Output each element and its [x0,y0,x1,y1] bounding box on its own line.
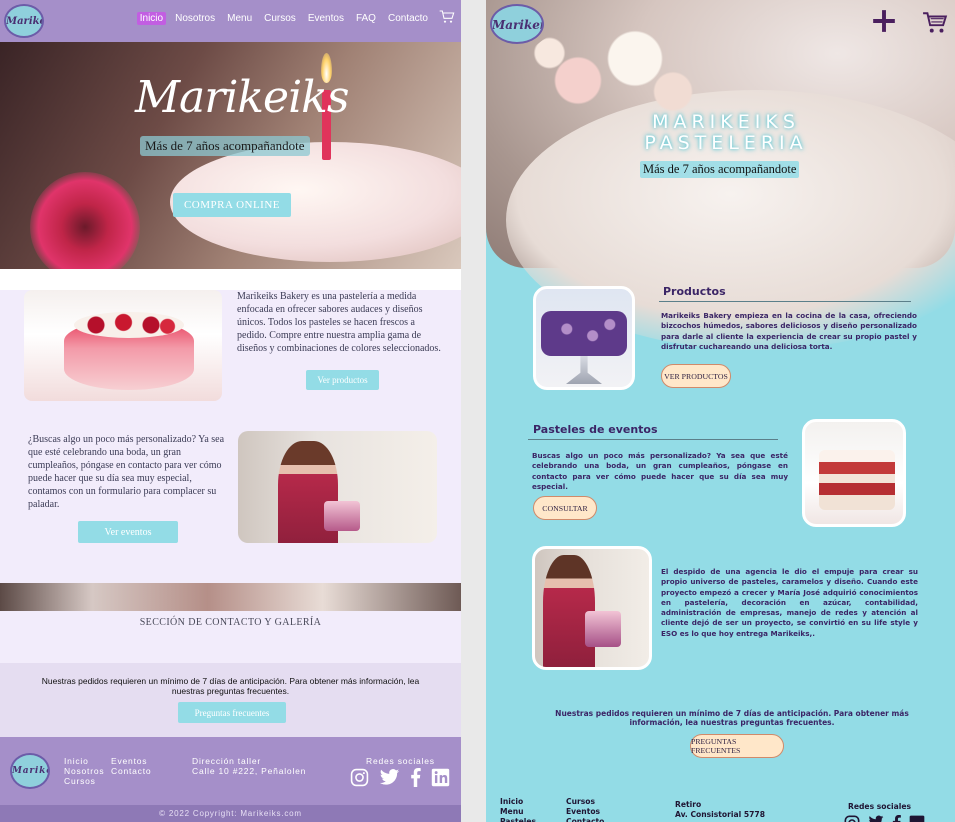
footer-links-col1: Inicio Menu Pasteles [500,797,536,822]
retiro-title: Retiro [675,800,702,809]
footer-link[interactable]: Menu [500,807,536,817]
footer-link[interactable]: Inicio [64,756,104,766]
nav-link-contacto[interactable]: Contacto [385,12,431,25]
instagram-icon[interactable] [350,768,369,787]
faq-button[interactable]: Preguntas frecuentes [178,702,286,723]
contact-section-title: SECCIÓN DE CONTACTO Y GALERÍA [0,611,461,663]
twitter-icon[interactable] [868,815,884,822]
copyright: © 2022 Copyright: Marikeiks.com [0,805,461,822]
mobile-preview: Marikeiks MARIKEIKS PASTELERIA Más de 7 … [486,0,955,822]
footer: Marikeiks InicioNosotrosCursos EventosCo… [0,737,461,805]
nav-link-nosotros[interactable]: Nosotros [172,12,218,25]
ver-productos-button[interactable]: VER PRODUCTOS [661,364,731,388]
about-text: Marikeiks Bakery es una pastelería a med… [237,291,441,354]
logo-text: Marikeiks [492,17,544,32]
gallery-banner-image [0,583,461,611]
footer-link[interactable]: Inicio [500,797,536,807]
twitter-icon[interactable] [379,768,400,787]
social-links [350,768,450,787]
footer-retiro: Retiro Av. Consistorial 5778 [675,800,765,820]
facebook-icon[interactable] [410,768,421,787]
facebook-icon[interactable] [892,815,901,822]
footer-link[interactable]: Contacto [566,817,604,822]
hero-title-line1: MARIKEIKS [652,111,800,133]
consultar-button[interactable]: CONSULTAR [533,496,597,520]
nav-link-inicio[interactable]: Inicio [136,12,167,25]
nav-link-eventos[interactable]: Eventos [305,12,347,25]
plus-icon[interactable] [871,8,897,34]
footer-link[interactable]: Pasteles [500,817,536,822]
eventos-title: Pasteles de eventos [533,423,658,436]
logo[interactable]: Marikeiks [490,4,544,44]
compra-online-button[interactable]: COMPRA ONLINE [173,193,291,217]
productos-rule [659,301,911,302]
footer-links-col2: Cursos Eventos Contacto [566,797,604,822]
events-text: ¿Buscas algo un poco más personalizado? … [28,434,225,510]
cart-icon[interactable] [922,10,948,36]
baker-image [532,546,652,670]
footer-link[interactable]: Cursos [566,797,604,807]
desktop-preview: Marikeiks InicioNosotrosMenuCursosEvento… [0,0,461,822]
nav-link-cursos[interactable]: Cursos [261,12,299,25]
footer-link[interactable]: Eventos [566,807,604,817]
footer-address: Dirección taller Calle 10 #222, Peñalole… [192,756,306,776]
social-links [844,815,925,822]
hero-tagline: Más de 7 años acompañandote [140,136,310,156]
notice-text: Nuestras pedidos requieren un mínimo de … [41,676,420,696]
social-title: Redes sociales [366,756,435,766]
story-text: El despido de una agencia le dio el empu… [661,567,918,638]
panel-divider [461,0,486,822]
social-title: Redes sociales [848,802,911,811]
footer-logo-text: Marikeiks [12,765,48,776]
red-velvet-cake-image [802,419,906,527]
productos-title: Productos [663,285,726,298]
main-menu: Inicio Nosotros Menu Cursos Eventos FAQ Contac… [136,12,431,25]
logo[interactable]: Marikeiks [4,4,44,38]
footer-logo[interactable]: Marikeiks [10,753,50,789]
address-text: Calle 10 #222, Peñalolen [192,766,307,776]
nav-link-menu[interactable]: Menu [224,12,255,25]
ver-productos-button[interactable]: Ver productos [306,370,379,390]
eventos-text: Buscas algo un poco más personalizado? Y… [532,451,788,491]
hero-title: MARIKEIKS PASTELERIA [616,112,836,154]
section-divider [0,269,461,290]
hero-tagline: Más de 7 años acompañandote [640,161,800,178]
instagram-icon[interactable] [844,815,860,822]
eventos-rule [528,439,778,440]
strawberry-cake-image [24,290,222,401]
logo-text: Marikeiks [6,15,42,27]
ver-eventos-button[interactable]: Ver eventos [78,521,178,543]
linkedin-icon[interactable] [909,815,925,822]
footer-link[interactable]: Eventos [111,756,151,766]
baker-image [238,431,437,543]
footer-links-col2: Eventos Contacto [111,756,151,776]
footer-link[interactable]: Nosotros [64,766,104,776]
cart-icon[interactable] [439,9,455,25]
purple-cake-image [533,286,635,390]
nav-link-faq[interactable]: FAQ [353,12,379,25]
productos-text: Marikeiks Bakery empieza en la cocina de… [661,311,917,351]
address-title: Dirección taller [192,756,262,766]
hero-title-line2: PASTELERIA [644,132,808,154]
faq-button[interactable]: PREGUNTAS FRECUENTES [690,734,784,758]
notice-text: Nuestras pedidos requieren un mínimo de … [555,709,909,727]
notice-section: Nuestras pedidos requieren un mínimo de … [0,663,461,737]
linkedin-icon[interactable] [431,768,450,787]
top-navbar: Marikeiks Inicio Nosotros Menu Cursos Evento… [0,0,461,42]
hero-flower-image [30,172,140,282]
footer-link[interactable]: Contacto [111,766,151,776]
footer-link[interactable]: Cursos [64,776,104,786]
footer-links-col1: Inicio Nosotros Cursos [64,756,104,786]
retiro-address: Av. Consistorial 5778 [675,810,766,819]
hero-brand: Marikeiks [135,72,349,123]
